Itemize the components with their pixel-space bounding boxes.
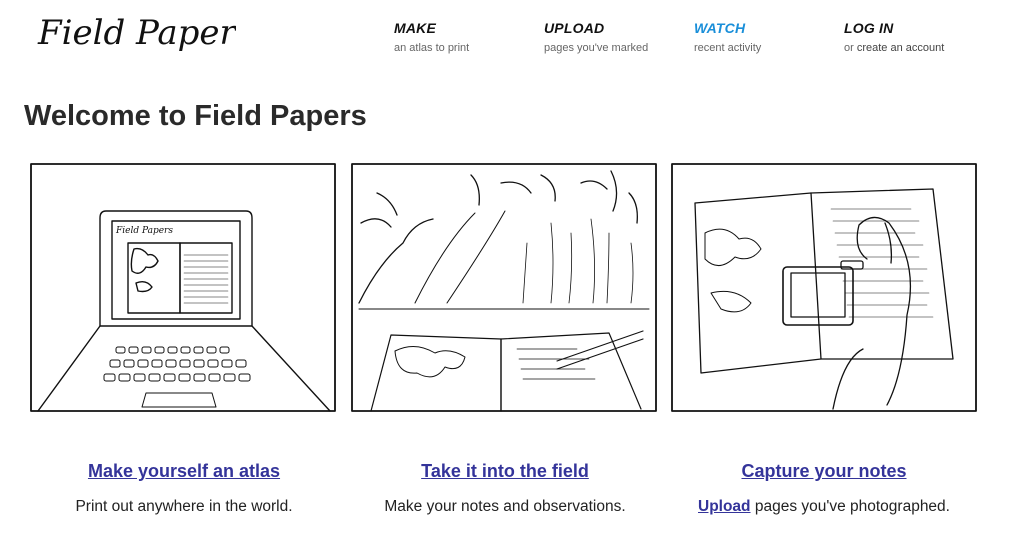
- nav-watch[interactable]: WATCH recent activity: [694, 20, 761, 54]
- nav-make-link[interactable]: MAKE: [394, 20, 469, 36]
- laptop-screen-text: Field Papers: [115, 226, 173, 236]
- take-field-link[interactable]: Take it into the field: [421, 461, 589, 482]
- nav-login-link[interactable]: LOG IN: [844, 20, 944, 36]
- laptop-illustration: Field Papers: [30, 163, 336, 415]
- nav-upload-link[interactable]: UPLOAD: [544, 20, 648, 36]
- nav-watch-link[interactable]: WATCH: [694, 20, 761, 36]
- capture-notes-text: Upload pages you've photographed.: [664, 498, 984, 516]
- upload-link[interactable]: Upload: [698, 498, 751, 515]
- nav-upload[interactable]: UPLOAD pages you've marked: [544, 20, 648, 54]
- caption-field: Take it into the field Make your notes a…: [345, 461, 665, 516]
- take-field-text: Make your notes and observations.: [384, 498, 626, 515]
- nav-make-subtitle: an atlas to print: [394, 42, 470, 54]
- nav-upload-subtitle: pages you've marked: [544, 42, 649, 54]
- caption-capture: Capture your notes Upload pages you've p…: [664, 461, 984, 516]
- capture-illustration: [671, 163, 977, 415]
- nav-watch-subtitle: recent activity: [694, 42, 762, 54]
- page-title: Welcome to Field Papers: [24, 100, 367, 132]
- field-papers-logo[interactable]: Field Papers: [36, 10, 253, 70]
- logo-text: Field Papers: [37, 13, 236, 53]
- caption-make: Make yourself an atlas Print out anywher…: [24, 461, 344, 516]
- field-illustration: [351, 163, 657, 415]
- capture-notes-desc: pages you've photographed.: [750, 498, 950, 515]
- make-atlas-link[interactable]: Make yourself an atlas: [88, 461, 280, 482]
- login-prefix: or: [844, 42, 854, 54]
- nav-login[interactable]: LOG IN or create an account: [844, 20, 944, 54]
- create-account-link[interactable]: create an account: [857, 42, 944, 54]
- capture-notes-link[interactable]: Capture your notes: [741, 461, 906, 482]
- nav-make[interactable]: MAKE an atlas to print: [394, 20, 469, 54]
- nav-login-subtitle: or create an account: [844, 42, 944, 54]
- make-atlas-text: Print out anywhere in the world.: [75, 498, 293, 515]
